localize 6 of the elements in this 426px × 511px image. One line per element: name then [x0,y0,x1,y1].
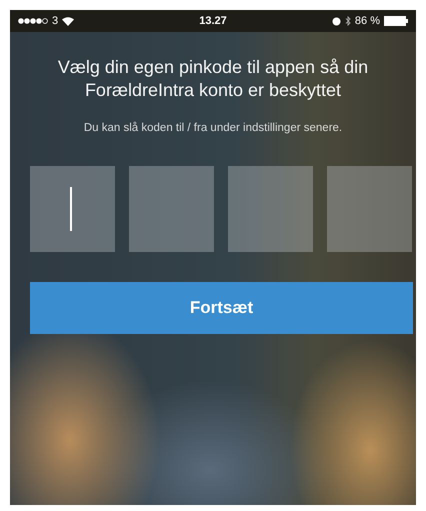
hint-text: Du kan slå koden til / fra under indstillinger senere. [82,122,344,134]
carrier-label: 3 [52,15,58,27]
heading-text: Vælg din egen pinkode til appen så din ForældreIntra konto er beskyttet [56,56,370,102]
continue-button[interactable]: Fortsæt [30,282,413,334]
clock-time: 13.27 [199,15,227,27]
battery-percentage: 86 % [354,15,380,27]
